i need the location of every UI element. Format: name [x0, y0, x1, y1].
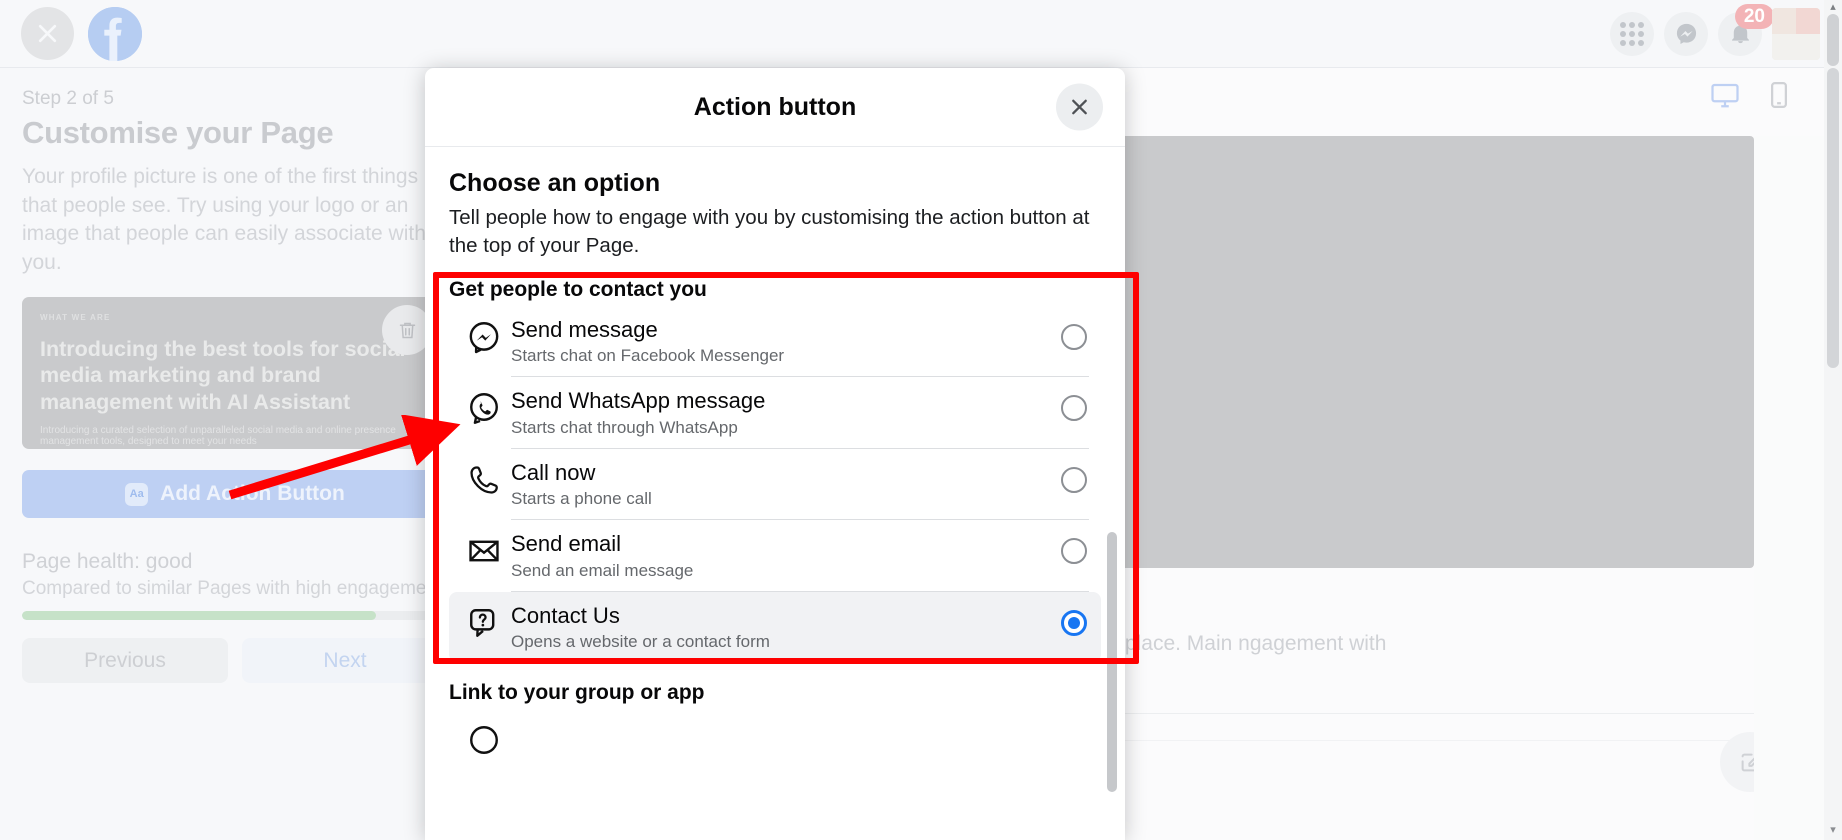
avatar[interactable] [1772, 7, 1820, 60]
page-preview-card: WHAT WE ARE Introducing the best tools f… [22, 297, 448, 450]
option-group-label: Link to your group or app [449, 681, 705, 705]
dialog-title: Action button [693, 92, 857, 121]
page-scrollbar-thumb-top[interactable] [1827, 14, 1839, 66]
messenger-icon [457, 316, 511, 354]
screen-root: 20 Step 2 of 5 Customise your Page Your … [0, 0, 1842, 840]
top-bar-right: 20 [1610, 3, 1842, 60]
dialog-section-title: Choose an option [449, 169, 661, 197]
option-label: Send email [511, 531, 622, 557]
option-row[interactable]: Send email Send an email message [449, 520, 1101, 591]
circle-outline-icon [457, 719, 511, 757]
dialog-section-description: Tell people how to engage with you by cu… [449, 206, 1090, 257]
wizard-panel: Step 2 of 5 Customise your Page Your pro… [0, 68, 472, 840]
envelope-icon [457, 530, 511, 568]
option-label: Call now [511, 459, 596, 485]
page-health-progress [22, 611, 448, 621]
option-row[interactable]: Contact Us Opens a website or a contact f… [449, 591, 1101, 663]
option-text: Send message Starts chat on Facebook Mess… [511, 316, 1061, 367]
option-sublabel: Starts chat through WhatsApp [511, 417, 738, 437]
desktop-monitor-icon[interactable] [1710, 80, 1740, 110]
option-row[interactable]: Call now Starts a phone call [449, 449, 1101, 520]
notifications-button[interactable]: 20 [1718, 3, 1774, 56]
messenger-button[interactable] [1664, 11, 1708, 56]
option-text: Contact Us Opens a website or a contact f… [511, 602, 1061, 653]
radio-unselected[interactable] [1061, 538, 1087, 565]
whatsapp-icon [457, 387, 511, 425]
dialog-scrollbar-thumb[interactable] [1107, 532, 1117, 792]
add-action-button-label: Add Action Button [160, 482, 345, 506]
dialog-body[interactable]: Choose an option Tell people how to enga… [425, 147, 1125, 840]
top-bar: 20 [0, 0, 1842, 68]
scroll-up-arrow-icon[interactable]: ▴ [1824, 0, 1842, 13]
mobile-phone-icon[interactable] [1764, 80, 1794, 110]
trash-icon [399, 322, 415, 338]
option-sublabel: Send an email message [511, 560, 694, 580]
device-toggle [1710, 80, 1794, 110]
page-scrollbar-thumb[interactable] [1827, 68, 1839, 368]
phone-icon [457, 459, 511, 497]
option-separator [511, 662, 1089, 664]
preview-kicker: WHAT WE ARE [40, 313, 111, 323]
dialog-header: Action button [425, 68, 1125, 147]
dialog-close-button[interactable] [1056, 83, 1103, 131]
facebook-logo-icon[interactable] [88, 6, 142, 61]
option-group-label: Get people to contact you [449, 277, 707, 301]
close-icon [38, 24, 57, 43]
option-groups: Get people to contact you Send message Sta… [449, 278, 1101, 768]
option-row[interactable]: Send WhatsApp message Starts chat through… [449, 377, 1101, 448]
option-text: Send WhatsApp message Starts chat through… [511, 387, 1061, 438]
messenger-icon [1676, 23, 1696, 45]
action-button-dialog: Action button Choose an option Tell peop… [425, 68, 1125, 840]
app-grid-icon [1620, 21, 1644, 46]
option-sublabel: Starts a phone call [511, 489, 652, 509]
previous-button[interactable]: Previous [22, 638, 228, 684]
wizard-description: Your profile picture is one of the first… [22, 165, 426, 274]
add-action-button[interactable]: Aa Add Action Button [22, 470, 448, 519]
scroll-down-arrow-icon[interactable]: ▾ [1824, 823, 1842, 836]
next-button[interactable]: Next [242, 638, 448, 684]
page-scrollbar[interactable]: ▾ [1824, 68, 1842, 840]
wizard-nav: Previous Next [22, 638, 448, 684]
radio-selected[interactable] [1061, 609, 1087, 636]
option-text: Send email Send an email message [511, 530, 1061, 581]
page-scrollbar-top[interactable]: ▴ [1824, 0, 1842, 68]
app-grid-button[interactable] [1610, 11, 1654, 56]
preview-subtitle: Introducing a curated selection of unpar… [40, 424, 396, 447]
radio-unselected[interactable] [1061, 466, 1087, 493]
preview-title: Introducing the best tools for social me… [40, 337, 406, 414]
wizard-step-label: Step 2 of 5 [22, 88, 114, 109]
page-health-subtitle: Compared to similar Pages with high enga… [22, 578, 448, 600]
radio-unselected[interactable] [1061, 323, 1087, 350]
option-row-partial[interactable] [449, 709, 1101, 767]
page-health-title: Page health: good [22, 550, 193, 574]
wizard-title: Customise your Page [22, 115, 334, 150]
aa-chip-icon: Aa [125, 482, 149, 506]
option-text: Call now Starts a phone call [511, 459, 1061, 510]
radio-unselected[interactable] [1061, 395, 1087, 422]
page-health-block: Page health: good Compared to similar Pa… [22, 550, 448, 621]
close-icon [1072, 99, 1087, 115]
option-label: Send message [511, 316, 658, 342]
notification-badge: 20 [1734, 3, 1774, 30]
option-sublabel: Starts chat on Facebook Messenger [511, 346, 785, 366]
option-row[interactable]: Send message Starts chat on Facebook Mess… [449, 306, 1101, 377]
close-wizard-button[interactable] [21, 7, 74, 60]
option-sublabel: Opens a website or a contact form [511, 632, 770, 652]
top-bar-left [0, 6, 142, 61]
question-bubble-icon [457, 602, 511, 640]
preview-right-strip [1754, 136, 1824, 840]
option-label: Send WhatsApp message [511, 388, 766, 414]
option-label: Contact Us [511, 602, 620, 628]
